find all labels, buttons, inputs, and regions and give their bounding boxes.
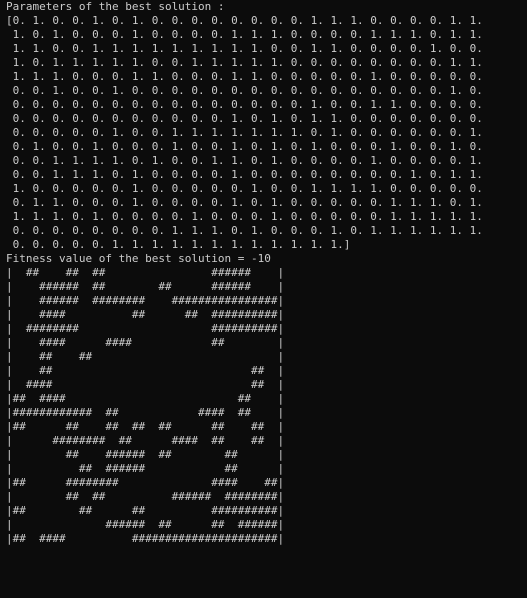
maze-row: |############ ## #### ## | [6,406,285,419]
params-line: 1. 0. 0. 0. 0. 0. 1. 0. 0. 0. 0. 0. 1. 0… [6,182,483,195]
params-line: 0. 0. 1. 1. 1. 0. 1. 0. 0. 0. 0. 1. 0. 0… [6,168,483,181]
params-line: 0. 1. 0. 0. 1. 0. 0. 0. 1. 0. 0. 1. 0. 1… [6,140,483,153]
maze-row: | #### ## ## ##########| [6,308,285,321]
maze-row: | ###### ######## ################| [6,294,285,307]
maze-row: |## ## ## ## ## ## ## | [6,420,285,433]
maze-row: | #### #### ## | [6,336,285,349]
terminal-window[interactable]: Parameters of the best solution : [0. 1.… [0,0,527,598]
maze-row: | #### ## | [6,378,285,391]
maze-row: | ## ###### ## ## | [6,448,285,461]
maze-row: | ## ## ## ###### | [6,266,285,279]
maze-row: | ###### ## ## ###### | [6,280,285,293]
maze-row: | ######## ## #### ## ## | [6,434,285,447]
params-line: 0. 1. 1. 0. 0. 0. 1. 0. 0. 0. 0. 1. 0. 1… [6,196,483,209]
maze-row: | ## ###### ## | [6,462,285,475]
params-line: 0. 0. 0. 0. 0. 0. 0. 0. 1. 1. 1. 0. 1. 0… [6,224,483,237]
params-line: 1. 0. 1. 1. 1. 1. 1. 0. 0. 1. 1. 1. 1. 1… [6,56,483,69]
params-line: 1. 1. 1. 0. 1. 0. 0. 0. 0. 1. 0. 0. 0. 1… [6,210,483,223]
maze-row: | ## ## | [6,350,285,363]
maze-row: | ###### ## ## ######| [6,518,285,531]
params-line: 0. 0. 0. 0. 0. 0. 0. 0. 0. 0. 0. 0. 0. 0… [6,98,483,111]
params-line: 0. 0. 1. 1. 1. 1. 0. 1. 0. 0. 1. 1. 0. 1… [6,154,483,167]
params-line: 0. 0. 1. 0. 0. 1. 0. 0. 0. 0. 0. 0. 0. 0… [6,84,483,97]
maze-row: | ######## ##########| [6,322,285,335]
params-line: 0. 0. 0. 0. 0. 1. 0. 0. 1. 1. 1. 1. 1. 1… [6,126,483,139]
maze-row: |## #### ######################| [6,532,285,545]
params-line: 1. 1. 1. 0. 0. 0. 1. 1. 0. 0. 0. 1. 1. 0… [6,70,483,83]
params-line: [0. 1. 0. 0. 1. 0. 1. 0. 0. 0. 0. 0. 0. … [6,14,483,27]
params-line: 1. 0. 1. 0. 0. 0. 1. 0. 0. 0. 0. 1. 1. 1… [6,28,483,41]
maze-row: | ## ## | [6,364,285,377]
maze-row: |## ######## #### ##| [6,476,285,489]
maze-row: |## #### ## | [6,392,285,405]
params-header: Parameters of the best solution : [6,0,225,13]
params-line: 0. 0. 0. 0. 0. 0. 0. 0. 0. 0. 0. 1. 0. 1… [6,112,483,125]
fitness-line: Fitness value of the best solution = -10 [6,252,271,265]
maze-row: |## ## ## ##########| [6,504,285,517]
params-line: 1. 1. 0. 0. 1. 1. 1. 1. 1. 1. 1. 1. 1. 0… [6,42,483,55]
params-line: 0. 0. 0. 0. 0. 1. 1. 1. 1. 1. 1. 1. 1. 1… [6,238,351,251]
maze-row: | ## ## ###### ########| [6,490,285,503]
